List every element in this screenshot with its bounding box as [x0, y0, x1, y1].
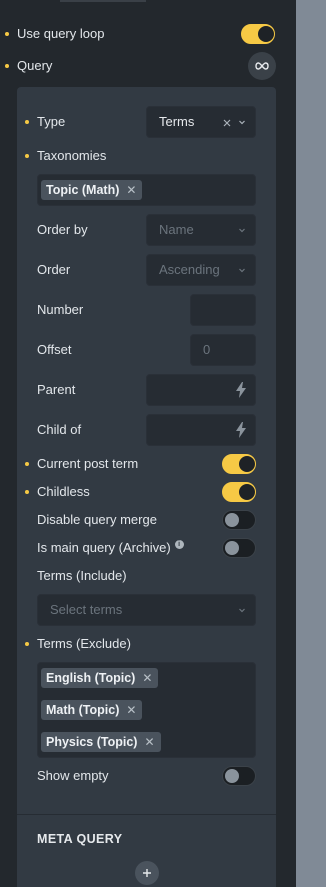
- toggle-knob: [258, 26, 274, 42]
- plus-icon[interactable]: [135, 861, 159, 885]
- dynamic-data-bolt-icon[interactable]: [235, 382, 247, 398]
- order-by-placeholder: Name: [159, 222, 194, 237]
- query-label: Query: [17, 58, 53, 73]
- dynamic-data-bolt-icon[interactable]: [235, 422, 247, 438]
- clear-icon[interactable]: [223, 119, 231, 127]
- type-value: Terms: [159, 114, 195, 129]
- order-label: Order: [37, 262, 71, 277]
- modified-indicator: [5, 32, 9, 36]
- is-main-query-text: Is main query (Archive): [37, 540, 171, 555]
- chevron-down-icon: [239, 268, 245, 273]
- use-query-loop-toggle[interactable]: [241, 24, 275, 44]
- info-icon[interactable]: i: [174, 540, 184, 549]
- child-of-input[interactable]: [146, 414, 256, 446]
- modified-indicator: [25, 154, 29, 158]
- order-by-select[interactable]: Name: [146, 214, 256, 246]
- use-query-loop-label: Use query loop: [17, 26, 105, 41]
- panel-divider: [60, 0, 146, 2]
- chevron-down-icon: [239, 228, 245, 233]
- childless-toggle[interactable]: [222, 482, 256, 502]
- chip-label: Math (Topic): [46, 703, 120, 717]
- taxonomies-select[interactable]: Topic (Math) ✕: [37, 174, 256, 206]
- parent-label: Parent: [37, 382, 76, 397]
- terms-include-label: Terms (Include): [37, 568, 127, 583]
- query-popup: Type Terms Taxonomies Topic (Math) ✕ Orde…: [17, 87, 276, 887]
- parent-input[interactable]: [146, 374, 256, 406]
- chevron-down-icon: [239, 608, 245, 613]
- is-main-query-toggle[interactable]: [222, 538, 256, 558]
- toggle-knob: [225, 513, 239, 527]
- taxonomies-label: Taxonomies: [37, 148, 107, 163]
- chip-remove-icon[interactable]: ✕: [126, 703, 136, 717]
- child-of-label: Child of: [37, 422, 82, 437]
- type-label: Type: [37, 114, 66, 129]
- terms-include-placeholder: Select terms: [50, 602, 123, 617]
- chip-label: Topic (Math): [46, 183, 120, 197]
- chip-remove-icon[interactable]: ✕: [142, 671, 152, 685]
- number-label: Number: [37, 302, 84, 317]
- modified-indicator: [25, 642, 29, 646]
- terms-include-select[interactable]: Select terms: [37, 594, 256, 626]
- type-select[interactable]: Terms: [146, 106, 256, 138]
- toggle-knob: [239, 456, 255, 472]
- offset-placeholder: 0: [203, 342, 211, 357]
- chip: English (Topic) ✕: [41, 668, 159, 688]
- chip: Math (Topic) ✕: [41, 700, 143, 720]
- current-post-term-toggle[interactable]: [222, 454, 256, 474]
- chevron-down-icon: [239, 120, 245, 125]
- offset-label: Offset: [37, 342, 72, 357]
- toggle-knob: [239, 484, 255, 500]
- toggle-knob: [225, 541, 239, 555]
- chip-remove-icon[interactable]: ✕: [144, 735, 154, 749]
- chip-label: Physics (Topic): [46, 735, 138, 749]
- canvas-area: [296, 0, 326, 887]
- disable-query-merge-label: Disable query merge: [37, 512, 157, 527]
- terms-exclude-select[interactable]: English (Topic) ✕ Math (Topic) ✕ Physics (…: [37, 662, 256, 758]
- modified-indicator: [25, 490, 29, 494]
- modified-indicator: [25, 120, 29, 124]
- chip-label: English (Topic): [46, 671, 136, 685]
- show-empty-label: Show empty: [37, 768, 109, 783]
- settings-panel: Use query loop Query Type Terms Taxonomi…: [0, 0, 296, 887]
- modified-indicator: [25, 462, 29, 466]
- order-placeholder: Ascending: [159, 262, 220, 277]
- order-by-label: Order by: [37, 222, 88, 237]
- terms-exclude-label: Terms (Exclude): [37, 636, 131, 651]
- modified-indicator: [5, 64, 9, 68]
- order-select[interactable]: Ascending: [146, 254, 256, 286]
- disable-query-merge-toggle[interactable]: [222, 510, 256, 530]
- chip-remove-icon[interactable]: ✕: [126, 183, 136, 197]
- chip: Topic (Math) ✕: [41, 180, 143, 200]
- chip: Physics (Topic) ✕: [41, 732, 161, 752]
- childless-label: Childless: [37, 484, 90, 499]
- is-main-query-label: Is main query (Archive) i: [37, 540, 184, 555]
- infinity-icon[interactable]: [248, 52, 276, 80]
- toggle-knob: [225, 769, 239, 783]
- divider: [17, 814, 276, 815]
- current-post-term-label: Current post term: [37, 456, 139, 471]
- offset-input[interactable]: 0: [190, 334, 256, 366]
- number-input[interactable]: [190, 294, 256, 326]
- meta-query-title: META QUERY: [37, 832, 123, 846]
- show-empty-toggle[interactable]: [222, 766, 256, 786]
